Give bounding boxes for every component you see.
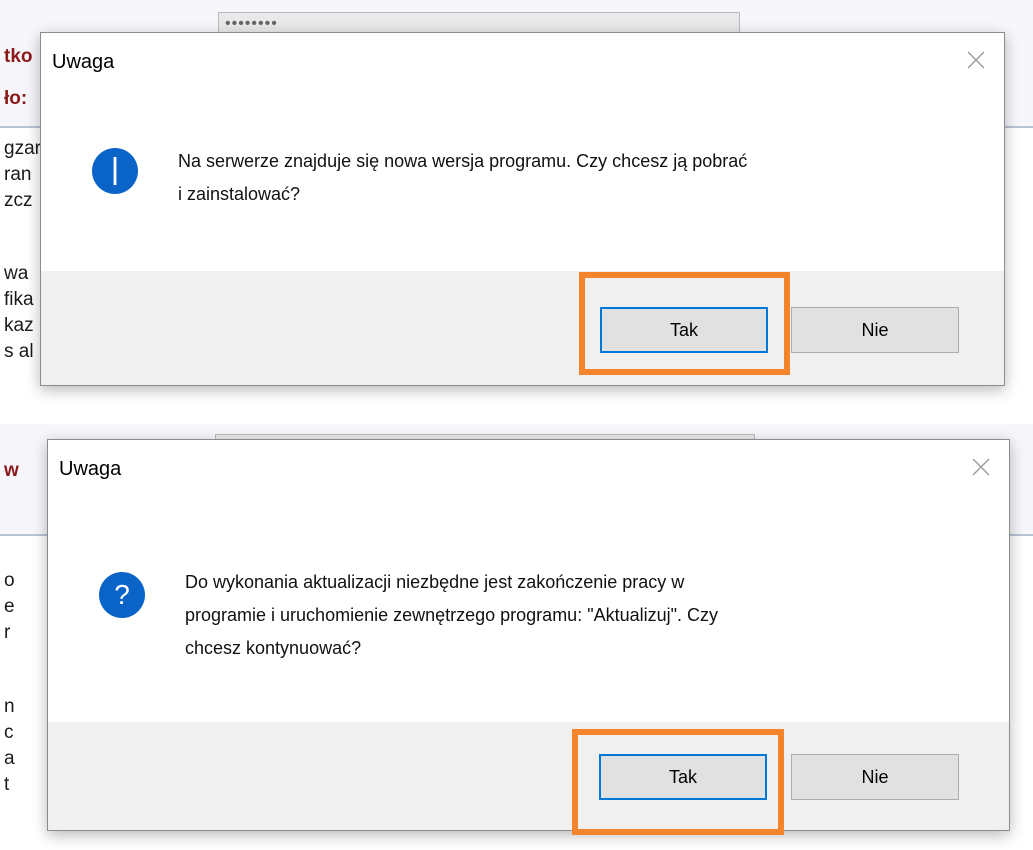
screenshot-panel-1: •••••••• tko ło: gzar ran zcz wa fika ka… bbox=[0, 0, 1033, 404]
background-text-line: t bbox=[4, 774, 10, 795]
screenshot-panel-2: w o e r n c a t Uwaga ? Do wykonania akt… bbox=[0, 424, 1033, 850]
background-text-line: e bbox=[4, 596, 15, 617]
highlight-box bbox=[579, 272, 790, 375]
background-text-line: ran bbox=[4, 164, 32, 185]
background-text-line: a bbox=[4, 748, 15, 769]
message-line: Do wykonania aktualizacji niezbędne jest… bbox=[185, 572, 685, 592]
background-text-line: s al bbox=[4, 341, 34, 362]
close-icon[interactable] bbox=[963, 452, 999, 482]
background-text-line: gzar bbox=[4, 138, 41, 159]
background-text-line: n bbox=[4, 696, 15, 717]
update-dialog: Uwaga Na serwerze znajduje się nowa wers… bbox=[40, 32, 1005, 386]
message-line: programie i uruchomienie zewnętrzego pro… bbox=[185, 605, 719, 625]
svg-text:?: ? bbox=[114, 579, 130, 610]
background-text-line: zcz bbox=[4, 190, 33, 211]
no-button[interactable]: Nie bbox=[791, 307, 959, 353]
dialog-title: Uwaga bbox=[59, 458, 122, 480]
dialog-button-bar: Tak Nie bbox=[48, 722, 1009, 830]
background-text-line: wa bbox=[4, 263, 29, 284]
question-icon: ? bbox=[98, 571, 146, 624]
info-icon bbox=[91, 147, 139, 200]
message-line: chcesz kontynuować? bbox=[185, 638, 362, 658]
dialog-message: Do wykonania aktualizacji niezbędne jest… bbox=[185, 566, 949, 665]
background-field-text: •••••••• bbox=[225, 15, 278, 32]
background-heading: ło: bbox=[4, 88, 28, 109]
message-line: Na serwerze znajduje się nowa wersja pro… bbox=[178, 151, 748, 171]
no-button[interactable]: Nie bbox=[791, 754, 959, 800]
background-text-line: o bbox=[4, 570, 15, 591]
message-line: i zainstalować? bbox=[178, 184, 301, 204]
background-text-line: kaz bbox=[4, 315, 34, 336]
background-text-line: r bbox=[4, 622, 11, 643]
background-heading: w bbox=[4, 460, 19, 481]
confirm-dialog: Uwaga ? Do wykonania aktualizacji niezbę… bbox=[47, 439, 1010, 831]
background-heading: tko bbox=[4, 46, 33, 67]
background-text-line: c bbox=[4, 722, 14, 743]
highlight-box bbox=[572, 729, 784, 835]
dialog-title: Uwaga bbox=[52, 51, 115, 73]
close-icon[interactable] bbox=[958, 45, 994, 75]
background-text-line: fika bbox=[4, 289, 34, 310]
dialog-message: Na serwerze znajduje się nowa wersja pro… bbox=[178, 145, 944, 211]
dialog-button-bar: Tak Nie bbox=[41, 271, 1004, 385]
